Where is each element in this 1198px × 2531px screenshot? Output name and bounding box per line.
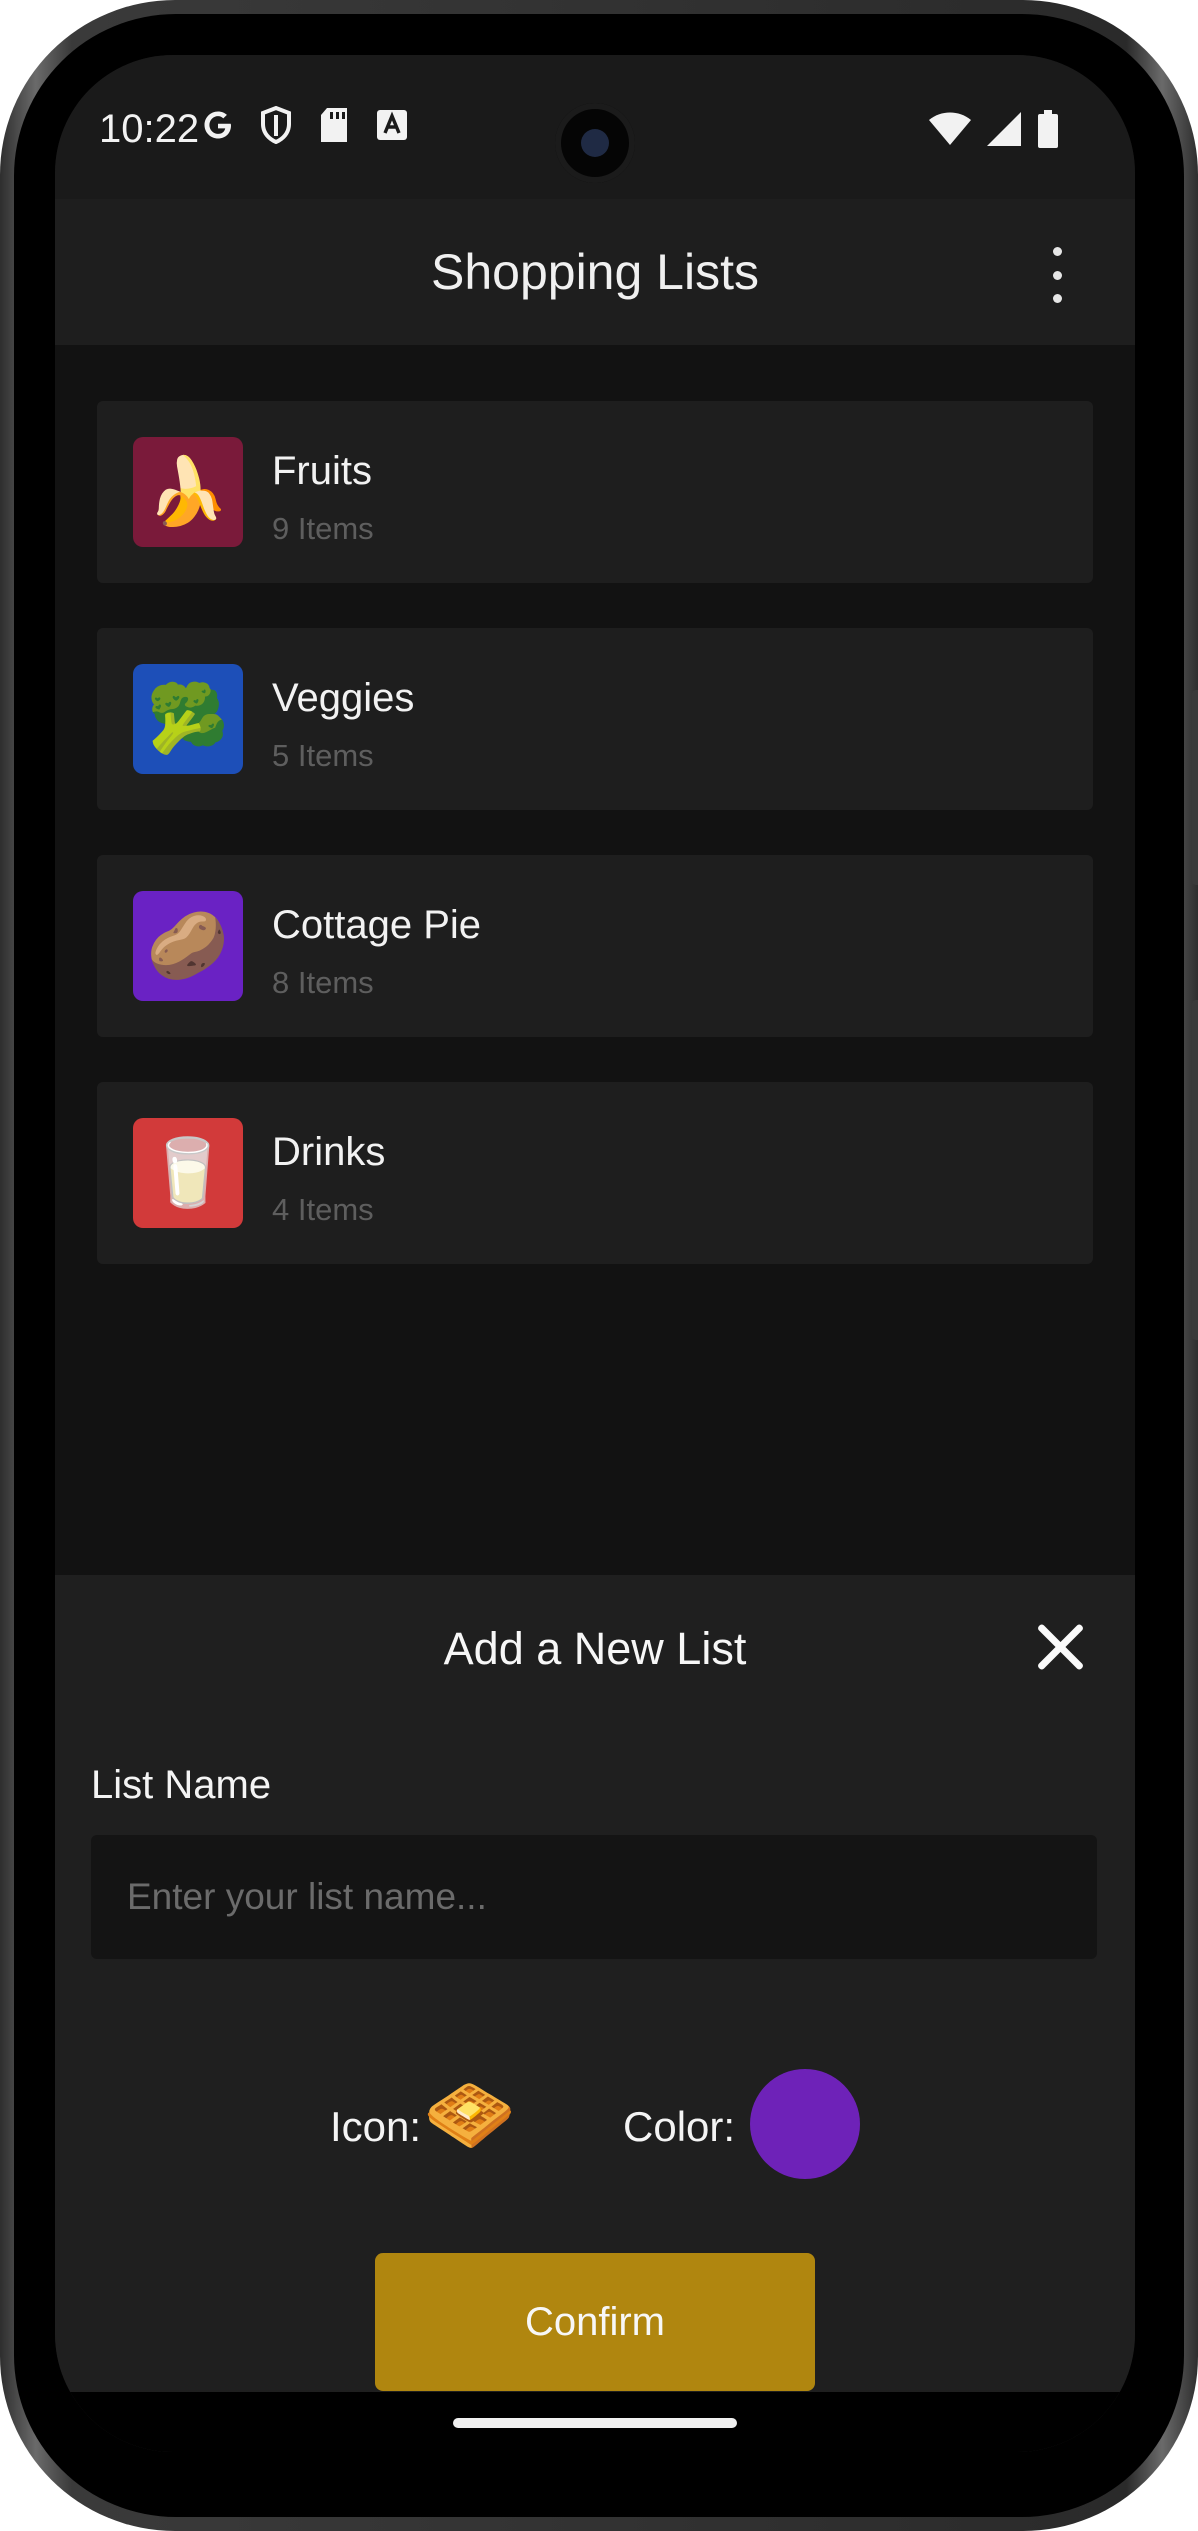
navigation-bar	[55, 2392, 1135, 2452]
banana-icon: 🍌	[133, 437, 243, 547]
potato-icon: 🥔	[133, 891, 243, 1001]
phone-frame: 10:22 Shopping Lists 🍌 Fruits 9 Items 🥦 …	[0, 0, 1198, 2531]
color-picker-swatch[interactable]	[750, 2069, 860, 2179]
list-item-count: 8 Items	[272, 965, 374, 1000]
more-vert-icon-dot	[1052, 270, 1062, 280]
list-item-name: Veggies	[272, 676, 415, 720]
front-camera	[555, 103, 635, 183]
page-title: Shopping Lists	[430, 244, 759, 300]
waffle-icon[interactable]: 🧇	[420, 2065, 520, 2165]
list-name-input[interactable]	[91, 1835, 1097, 1959]
text-a-icon	[374, 105, 410, 145]
wifi-icon	[928, 109, 972, 149]
list-name-label: List Name	[91, 1763, 272, 1807]
list-item-name: Drinks	[272, 1130, 386, 1174]
list-item-name: Fruits	[272, 449, 372, 493]
sheet-title: Add a New List	[443, 1623, 747, 1674]
google-icon	[200, 105, 236, 145]
more-vert-icon-dot	[1052, 247, 1062, 256]
list-item-count: 9 Items	[272, 511, 374, 546]
list-item-count: 4 Items	[272, 1192, 374, 1227]
status-icons-left	[200, 105, 410, 145]
icon-label: Icon:	[330, 2103, 422, 2150]
volume-button	[1192, 690, 1198, 885]
confirm-button[interactable]: Confirm	[375, 2253, 815, 2391]
more-options-button[interactable]	[1037, 247, 1077, 303]
status-time: 10:22	[99, 107, 200, 151]
list-item-count: 5 Items	[272, 738, 374, 773]
color-label: Color:	[623, 2103, 736, 2150]
more-vert-icon-dot	[1052, 294, 1062, 303]
app-bar: Shopping Lists	[55, 199, 1135, 345]
milk-glass-icon: 🥛	[133, 1118, 243, 1228]
list-item-fruits[interactable]: 🍌 Fruits 9 Items	[97, 401, 1093, 583]
close-icon[interactable]	[1035, 1621, 1087, 1673]
screen: 10:22 Shopping Lists 🍌 Fruits 9 Items 🥦 …	[55, 55, 1135, 2452]
shopping-lists: 🍌 Fruits 9 Items 🥦 Veggies 5 Items 🥔 Cot…	[97, 401, 1093, 1309]
signal-icon	[986, 109, 1022, 149]
shield-icon	[258, 105, 294, 145]
add-list-sheet: Add a New List List Name Icon: 🧇 Color: …	[55, 1575, 1135, 2452]
list-item-name: Cottage Pie	[272, 903, 482, 947]
list-item-veggies[interactable]: 🥦 Veggies 5 Items	[97, 628, 1093, 810]
broccoli-icon: 🥦	[133, 664, 243, 774]
status-icons-right	[928, 109, 1060, 149]
list-item-cottage-pie[interactable]: 🥔 Cottage Pie 8 Items	[97, 855, 1093, 1037]
status-bar: 10:22	[55, 55, 1135, 199]
power-button	[1192, 1000, 1198, 1340]
sd-card-icon	[316, 105, 352, 145]
home-indicator[interactable]	[453, 2418, 737, 2428]
list-item-drinks[interactable]: 🥛 Drinks 4 Items	[97, 1082, 1093, 1264]
battery-icon	[1036, 109, 1060, 149]
